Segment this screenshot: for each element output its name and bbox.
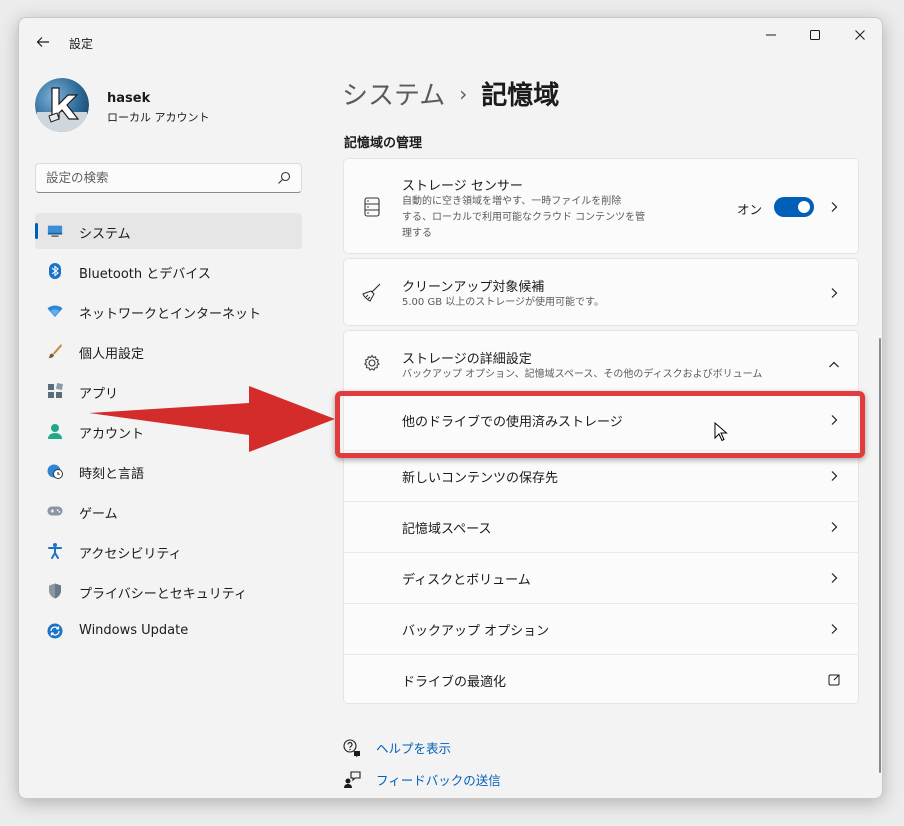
advanced-storage-title: ストレージの詳細設定	[402, 352, 532, 367]
avatar[interactable]	[35, 78, 89, 132]
get-help-label: ヘルプを表示	[376, 741, 452, 756]
wifi-icon	[47, 303, 63, 319]
feedback-icon	[343, 770, 361, 789]
maximize-icon	[810, 30, 820, 40]
chevron-right-icon[interactable]	[828, 623, 840, 635]
accessibility-icon	[47, 543, 63, 559]
sidebar-item-accessibility[interactable]: アクセシビリティ	[35, 533, 302, 569]
back-arrow-icon	[36, 37, 49, 47]
chevron-right-icon[interactable]	[828, 470, 840, 482]
drive-optimization-row[interactable]: ドライブの最適化	[344, 654, 858, 705]
sub-row-label: バックアップ オプション	[402, 624, 550, 639]
chevron-right-icon[interactable]	[828, 572, 840, 584]
sidebar-item-windows-update[interactable]: Windows Update	[35, 613, 302, 649]
sidebar-item-label: 時刻と言語	[79, 467, 145, 482]
user-name: hasek	[107, 91, 151, 106]
get-help-link[interactable]: ヘルプを表示	[343, 738, 451, 757]
maximize-button[interactable]	[800, 24, 830, 46]
chevron-up-icon[interactable]	[828, 359, 840, 371]
gamepad-icon	[47, 503, 63, 519]
sub-row-label: 新しいコンテンツの保存先	[402, 471, 559, 486]
cleanup-recommendations-card[interactable]: クリーンアップ対象候補 5.00 GB 以上のストレージが使用可能です。	[343, 258, 859, 326]
search-icon[interactable]	[277, 171, 291, 185]
cleanup-desc: 5.00 GB 以上のストレージが使用可能です。	[402, 297, 605, 308]
sidebar-item-label: ネットワークとインターネット	[79, 307, 262, 322]
back-button[interactable]	[33, 32, 53, 52]
mouse-cursor-icon	[714, 422, 728, 442]
advanced-storage-desc: バックアップ オプション、記憶域スペース、その他のディスクおよびボリューム	[402, 369, 763, 380]
window-title: 設定	[69, 37, 94, 51]
advanced-storage-header[interactable]: ストレージの詳細設定 バックアップ オプション、記憶域スペース、その他のディスク…	[344, 331, 858, 387]
sidebar-item-gaming[interactable]: ゲーム	[35, 493, 302, 529]
disks-volumes-row[interactable]: ディスクとボリューム	[344, 552, 858, 603]
account-icon	[47, 423, 63, 439]
minimize-icon	[766, 34, 776, 36]
globe-clock-icon	[47, 463, 63, 479]
brush-icon	[47, 343, 63, 359]
close-icon	[855, 30, 865, 40]
storage-spaces-row[interactable]: 記憶域スペース	[344, 501, 858, 552]
account-type: ローカル アカウント	[107, 111, 210, 124]
scrollbar[interactable]	[879, 338, 881, 773]
chevron-right-icon[interactable]	[828, 521, 840, 533]
sidebar-item-label: システム	[79, 227, 131, 242]
sidebar-item-label: 個人用設定	[79, 347, 145, 362]
section-title: 記憶域の管理	[344, 136, 423, 151]
user-avatar-icon	[35, 78, 89, 132]
sidebar-item-privacy[interactable]: プライバシーとセキュリティ	[35, 573, 302, 609]
sidebar-item-network[interactable]: ネットワークとインターネット	[35, 293, 302, 329]
close-button[interactable]	[845, 24, 875, 46]
storage-sense-card[interactable]: ストレージ センサー 自動的に空き領域を増やす、一時ファイルを削除 する、ローカ…	[343, 158, 859, 254]
annotation-arrow-icon	[89, 386, 335, 452]
sub-row-label: ディスクとボリューム	[402, 573, 531, 588]
breadcrumb-separator: ›	[459, 82, 468, 106]
sidebar-item-label: Bluetooth とデバイス	[79, 267, 211, 282]
storage-sense-toggle[interactable]	[774, 197, 814, 217]
bluetooth-icon	[47, 263, 63, 279]
settings-window: 設定 hasek ローカル アカウント システム	[18, 17, 883, 799]
storage-sense-desc-1: 自動的に空き領域を増やす、一時ファイルを削除	[402, 196, 622, 207]
apps-icon	[47, 383, 63, 399]
cleanup-title: クリーンアップ対象候補	[402, 280, 545, 295]
chevron-right-icon[interactable]	[828, 201, 840, 213]
chevron-right-icon[interactable]	[828, 287, 840, 299]
toggle-state-label: オン	[736, 202, 762, 217]
sidebar-item-label: プライバシーとセキュリティ	[79, 587, 247, 602]
storage-sense-desc-2: する、ローカルで利用可能なクラウド コンテンツを管	[402, 212, 646, 223]
windows-update-icon	[47, 623, 63, 639]
breadcrumb: システム › 記憶域	[342, 75, 559, 112]
sidebar-item-time-language[interactable]: 時刻と言語	[35, 453, 302, 489]
sidebar-item-label: ゲーム	[79, 507, 118, 522]
storage-sense-title: ストレージ センサー	[402, 179, 523, 194]
sidebar-item-system[interactable]: システム	[35, 213, 302, 249]
system-icon	[47, 223, 63, 239]
sub-row-label: 記憶域スペース	[402, 522, 492, 537]
minimize-button[interactable]	[756, 24, 786, 46]
external-link-icon[interactable]	[828, 674, 840, 686]
annotation-highlight-box	[335, 391, 865, 458]
page-title: 記憶域	[481, 81, 560, 111]
advanced-storage-settings-card: ストレージの詳細設定 バックアップ オプション、記憶域スペース、その他のディスク…	[343, 330, 859, 704]
sidebar-item-personalization[interactable]: 個人用設定	[35, 333, 302, 369]
send-feedback-label: フィードバックの送信	[376, 773, 501, 788]
search-input[interactable]	[46, 170, 266, 185]
storage-drive-icon	[362, 197, 382, 217]
search-box[interactable]	[35, 163, 302, 193]
sub-row-label: ドライブの最適化	[402, 675, 507, 690]
shield-icon	[47, 583, 63, 599]
backup-options-row[interactable]: バックアップ オプション	[344, 603, 858, 654]
help-chat-icon	[343, 738, 361, 757]
storage-sense-desc-3: 理する	[402, 228, 432, 239]
sidebar-item-bluetooth[interactable]: Bluetooth とデバイス	[35, 253, 302, 289]
send-feedback-link[interactable]: フィードバックの送信	[343, 770, 501, 789]
sidebar-item-label: アクセシビリティ	[79, 547, 182, 562]
broom-icon	[362, 283, 382, 303]
gear-icon	[362, 353, 382, 373]
sidebar-item-label: Windows Update	[79, 623, 189, 638]
breadcrumb-parent[interactable]: システム	[342, 81, 445, 111]
